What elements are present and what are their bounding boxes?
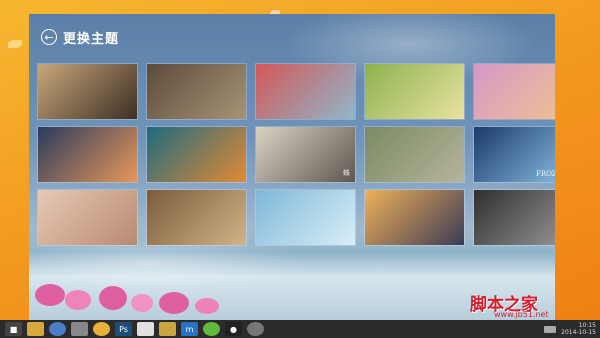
taskbar: ■ Ps m ● 10:15 2014-10-15 xyxy=(0,320,600,338)
document-icon[interactable] xyxy=(137,322,154,336)
flower xyxy=(65,290,91,310)
flower xyxy=(35,284,65,306)
app-m-icon[interactable]: m xyxy=(181,322,198,336)
theme-thumbnail xyxy=(256,64,355,119)
theme-tile-label: FROZEN xyxy=(536,170,555,178)
theme-tile-label: 蛛 xyxy=(343,169,350,177)
theme-tile-maple-leaves[interactable] xyxy=(255,63,356,120)
theme-tile-grey-cat-grass[interactable] xyxy=(364,126,465,183)
notes-icon[interactable] xyxy=(159,322,176,336)
theme-tile-sunset-beach[interactable] xyxy=(364,189,465,246)
theme-tile-kids-on-shore[interactable] xyxy=(255,189,356,246)
theme-thumbnail xyxy=(38,64,137,119)
flower xyxy=(131,294,153,312)
theme-tile-tree-on-hill[interactable] xyxy=(364,63,465,120)
app-header: ← 更换主题 xyxy=(41,26,119,48)
clock-date: 2014-10-15 xyxy=(561,329,596,336)
clock[interactable]: 10:15 2014-10-15 xyxy=(561,322,596,336)
theme-tile-bulldog-newspaper[interactable] xyxy=(146,63,247,120)
flower xyxy=(159,292,189,314)
browser-icon[interactable] xyxy=(49,322,66,336)
theme-tile-dark-anime[interactable] xyxy=(473,189,555,246)
qq-icon[interactable]: ● xyxy=(225,322,242,336)
theme-tile-frozen[interactable]: FROZEN xyxy=(473,126,555,183)
theme-thumbnail xyxy=(38,190,137,245)
back-arrow-icon[interactable]: ← xyxy=(41,29,57,45)
theme-thumbnail xyxy=(147,190,246,245)
theme-tile-kitten-piano[interactable] xyxy=(37,63,138,120)
clock-time: 10:15 xyxy=(578,322,596,329)
theme-grid: 蛛 FROZEN xyxy=(37,63,555,246)
theme-thumbnail xyxy=(365,190,464,245)
media-player-icon[interactable] xyxy=(71,322,88,336)
theme-tile-golden-gate-sunset[interactable] xyxy=(473,63,555,120)
theme-picker-window: ← 更换主题 蛛 FROZEN xyxy=(29,14,555,320)
theme-thumbnail xyxy=(147,127,246,182)
flower xyxy=(99,286,127,310)
theme-tile-anime-girl-sketch[interactable]: 蛛 xyxy=(255,126,356,183)
theme-thumbnail xyxy=(256,127,355,182)
flower-decoration xyxy=(29,270,249,320)
theme-tile-lying-cat[interactable] xyxy=(146,189,247,246)
site-watermark-url: www.jb51.net xyxy=(494,310,549,319)
theme-thumbnail xyxy=(365,127,464,182)
wechat-icon[interactable] xyxy=(203,322,220,336)
system-tray: 10:15 2014-10-15 xyxy=(544,320,596,338)
paint-icon[interactable] xyxy=(93,322,110,336)
flower xyxy=(195,298,219,314)
page-title: 更换主题 xyxy=(63,31,120,47)
theme-tile-sleepy-kitten[interactable] xyxy=(37,189,138,246)
ie-icon[interactable] xyxy=(247,322,264,336)
theme-thumbnail xyxy=(256,190,355,245)
theme-thumbnail xyxy=(474,190,555,245)
decor-leaf xyxy=(8,40,22,48)
keyboard-icon[interactable] xyxy=(544,325,557,333)
file-explorer-icon[interactable] xyxy=(27,322,44,336)
theme-thumbnail xyxy=(474,64,555,119)
start-icon[interactable]: ■ xyxy=(5,322,22,336)
photoshop-icon[interactable]: Ps xyxy=(115,322,132,336)
theme-thumbnail xyxy=(38,127,137,182)
theme-thumbnail xyxy=(365,64,464,119)
theme-thumbnail xyxy=(147,64,246,119)
theme-tile-cartoon-fish[interactable] xyxy=(146,126,247,183)
theme-tile-evening-bay[interactable] xyxy=(37,126,138,183)
